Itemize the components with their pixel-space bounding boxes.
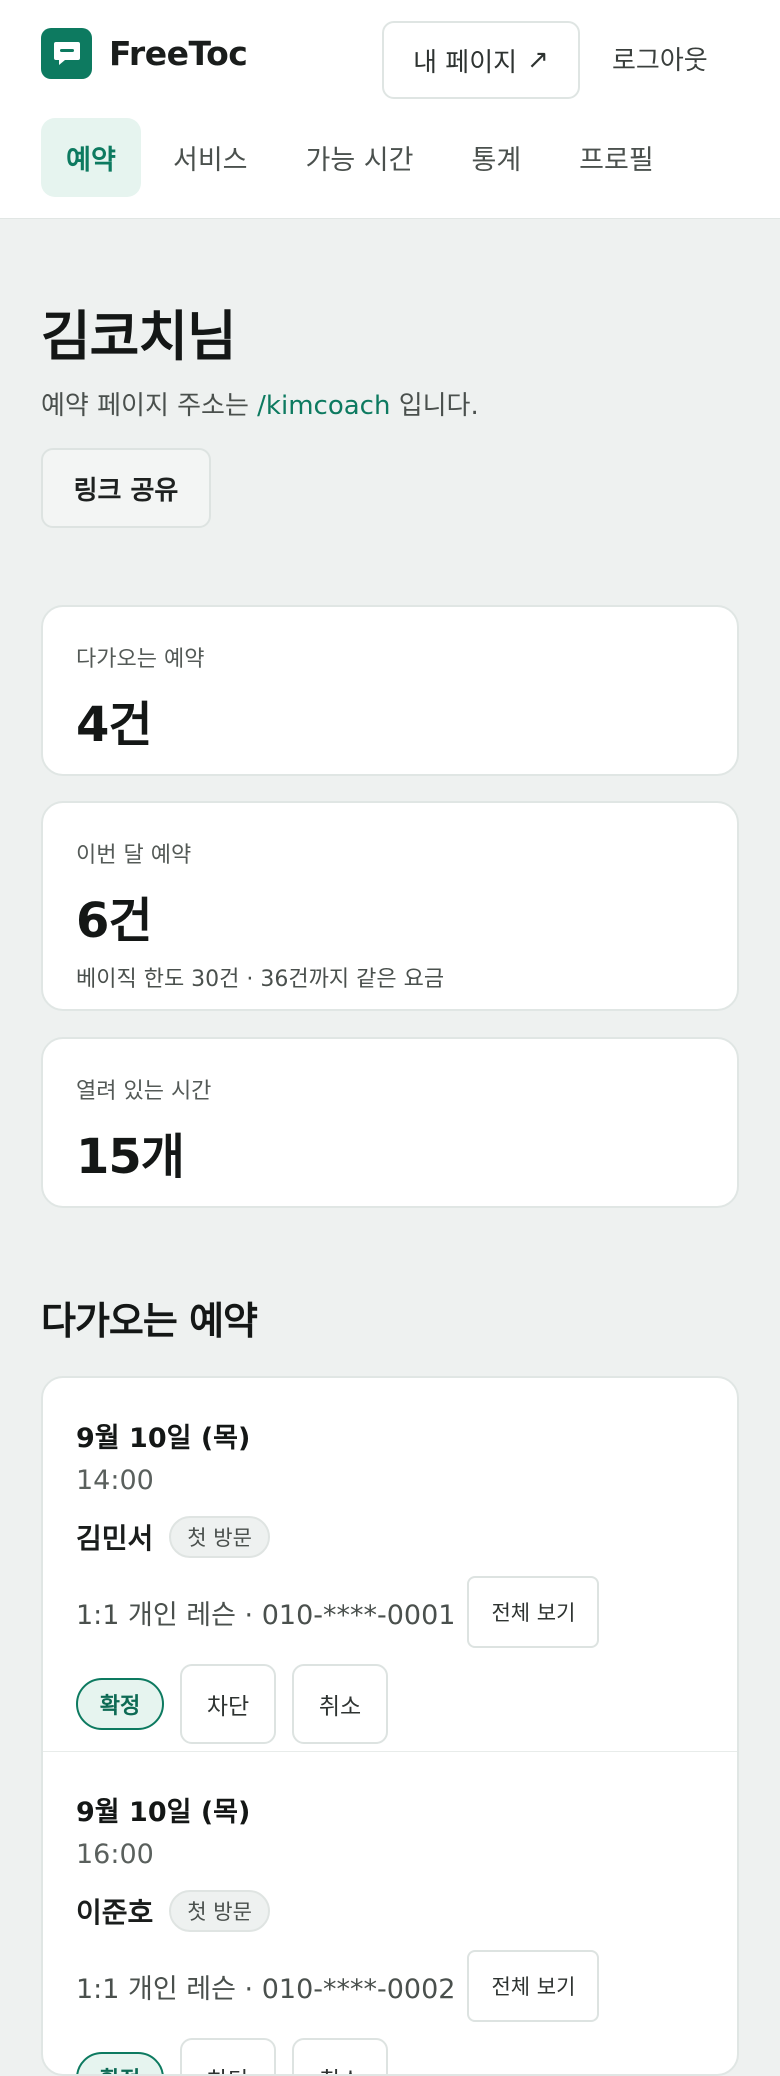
my-page-label: 내 페이지 [413,47,518,78]
tab-availability[interactable]: 가능 시간 [282,118,438,197]
profile-section: 김코치님 예약 페이지 주소는 /kimcoach 입니다. 링크 공유 [41,292,479,528]
view-full-button[interactable]: 전체 보기 [467,1950,600,2022]
reservation-actions: 확정 차단 취소 [76,1664,737,1744]
chat-logo-icon [41,28,92,79]
reservation-date: 9월 10일 (목) [76,1797,251,1828]
list-item: 9월 10일 (목) 16:00 이준호 첫 방문 1:1 개인 레슨 · 01… [43,1752,737,2074]
reservation-date: 9월 10일 (목) [76,1423,251,1454]
stat-value: 6건 [76,893,153,949]
app-header: FreeToc 내 페이지 ↗ 로그아웃 예약 서비스 가능 시간 통계 프로필 [0,0,780,219]
customer-row: 김민서 첫 방문 [76,1516,737,1558]
cancel-button[interactable]: 취소 [292,2038,388,2074]
reservation-meta: 1:1 개인 레슨 · 010-****-0002 전체 보기 [76,1950,737,2022]
status-badge: 확정 [76,2052,164,2074]
stat-label: 열려 있는 시간 [76,1079,212,1104]
reservation-actions: 확정 차단 취소 [76,2038,737,2074]
stat-card-upcoming: 다가오는 예약 4건 [41,605,739,776]
brand[interactable]: FreeToc [41,28,248,79]
booking-address: 예약 페이지 주소는 /kimcoach 입니다. [41,385,479,422]
address-prefix: 예약 페이지 주소는 [41,391,258,421]
stat-label: 다가오는 예약 [76,647,205,672]
reservation-time: 14:00 [76,1465,154,1496]
service-and-phone: 1:1 개인 레슨 · 010-****-0001 [76,1599,456,1631]
service-and-phone: 1:1 개인 레슨 · 010-****-0002 [76,1973,456,2005]
address-suffix: 입니다. [390,391,479,421]
my-page-button[interactable]: 내 페이지 ↗ [382,21,580,99]
tab-profile[interactable]: 프로필 [555,118,678,197]
external-link-icon: ↗ [527,45,549,75]
customer-row: 이준호 첫 방문 [76,1890,737,1932]
reservation-time: 16:00 [76,1839,154,1870]
tab-stats[interactable]: 통계 [447,118,545,197]
customer-name: 김민서 [76,1522,154,1555]
stat-value: 15개 [76,1129,185,1185]
block-button[interactable]: 차단 [180,2038,276,2074]
stat-card-open-slots: 열려 있는 시간 15개 [41,1037,739,1208]
share-link-button[interactable]: 링크 공유 [41,448,211,528]
list-item: 9월 10일 (목) 14:00 김민서 첫 방문 1:1 개인 레슨 · 01… [43,1378,737,1752]
tab-reservations[interactable]: 예약 [41,118,141,197]
stat-card-month: 이번 달 예약 6건 베이직 한도 30건 · 36건까지 같은 요금 [41,801,739,1011]
page-title: 김코치님 [41,305,237,368]
address-slug-link[interactable]: /kimcoach [257,391,390,421]
main-nav: 예약 서비스 가능 시간 통계 프로필 [41,118,678,197]
tab-services[interactable]: 서비스 [149,118,272,197]
cancel-button[interactable]: 취소 [292,1664,388,1744]
stat-label: 이번 달 예약 [76,843,192,868]
block-button[interactable]: 차단 [180,1664,276,1744]
stat-value: 4건 [76,697,153,753]
plan-limit-note: 베이직 한도 30건 · 36건까지 같은 요금 [76,967,445,992]
first-visit-badge: 첫 방문 [169,1516,270,1558]
section-title-upcoming: 다가오는 예약 [41,1299,258,1343]
reservation-meta: 1:1 개인 레슨 · 010-****-0001 전체 보기 [76,1576,737,1648]
view-full-button[interactable]: 전체 보기 [467,1576,600,1648]
logout-link[interactable]: 로그아웃 [612,40,708,77]
first-visit-badge: 첫 방문 [169,1890,270,1932]
status-badge: 확정 [76,1678,164,1730]
customer-name: 이준호 [76,1896,154,1929]
app-name: FreeToc [109,34,248,73]
reservation-list: 9월 10일 (목) 14:00 김민서 첫 방문 1:1 개인 레슨 · 01… [41,1376,739,2076]
